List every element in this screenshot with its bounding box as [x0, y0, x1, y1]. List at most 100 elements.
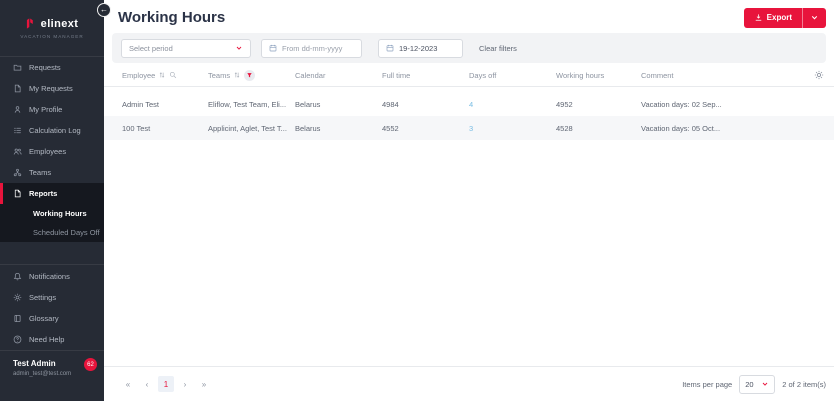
- cell-working-hours: 4528: [556, 123, 573, 133]
- sidebar-item-notifications[interactable]: Notifications: [0, 266, 104, 287]
- sidebar-item-settings[interactable]: Settings: [0, 287, 104, 308]
- sidebar: elinext VACATION MANAGER Requests My Req…: [0, 0, 104, 401]
- sidebar-item-glossary[interactable]: Glossary: [0, 308, 104, 329]
- sidebar-item-label: Notifications: [29, 272, 70, 281]
- export-label: Export: [766, 13, 792, 22]
- first-page-button[interactable]: «: [120, 376, 136, 392]
- sidebar-item-teams[interactable]: Teams: [0, 162, 104, 183]
- column-header-calendar: Calendar: [295, 71, 382, 80]
- cell-calendar: Belarus: [295, 99, 321, 109]
- people-icon: [13, 147, 22, 156]
- filter-funnel-button[interactable]: [244, 69, 256, 81]
- user-profile[interactable]: Test Admin admin_test@test.com 62: [0, 350, 104, 401]
- export-button[interactable]: Export: [744, 8, 802, 28]
- column-label: Comment: [641, 70, 674, 80]
- column-header-days-off: Days off: [469, 71, 556, 80]
- cell-employee: 100 Test: [122, 123, 151, 133]
- column-label: Teams: [208, 70, 231, 80]
- table-header-row: Employee Teams Calendar Full time Days o…: [104, 64, 834, 87]
- help-icon: [13, 335, 22, 344]
- cell-comment: Vacation days: 05 Oct...: [641, 123, 721, 133]
- elinext-logo-icon: [26, 17, 37, 30]
- sidebar-footer-nav: Notifications Settings Glossary Need Hel…: [0, 264, 104, 350]
- next-page-button[interactable]: ›: [177, 376, 193, 392]
- prev-page-button[interactable]: ‹: [139, 376, 155, 392]
- items-summary: 2 of 2 item(s): [782, 379, 826, 389]
- app-subtitle: VACATION MANAGER: [20, 34, 84, 39]
- cell-employee: Admin Test: [122, 99, 159, 109]
- current-page-button[interactable]: 1: [158, 376, 174, 392]
- column-label: Full time: [382, 70, 411, 80]
- column-label: Days off: [469, 70, 497, 80]
- column-label: Employee: [122, 70, 156, 80]
- sidebar-item-employees[interactable]: Employees: [0, 141, 104, 162]
- export-split-button[interactable]: Export: [743, 7, 826, 28]
- topbar: Working Hours Export: [104, 0, 834, 33]
- main-content: Working Hours Export Select period Clear…: [104, 0, 834, 401]
- funnel-icon: [246, 72, 253, 79]
- reports-group: Reports Working Hours Scheduled Days Off: [0, 183, 104, 242]
- items-per-page-label: Items per page: [682, 379, 733, 389]
- days-off-link[interactable]: 4: [469, 100, 473, 109]
- bell-icon: [13, 272, 22, 281]
- sidebar-item-label: My Profile: [29, 105, 63, 114]
- last-page-button[interactable]: »: [196, 376, 212, 392]
- filter-bar: Select period Clear filters: [112, 33, 826, 63]
- sidebar-item-my-requests[interactable]: My Requests: [0, 78, 104, 99]
- column-settings-button[interactable]: [812, 70, 824, 80]
- date-to-input[interactable]: [399, 43, 455, 53]
- sort-icon[interactable]: [158, 71, 166, 79]
- sidebar-item-label: Reports: [29, 189, 58, 198]
- sidebar-item-requests[interactable]: Requests: [0, 57, 104, 78]
- sidebar-collapse-button[interactable]: ←: [97, 3, 111, 17]
- sidebar-item-need-help[interactable]: Need Help: [0, 329, 104, 350]
- column-header-employee: Employee: [122, 71, 208, 80]
- gear-icon: [814, 70, 824, 80]
- download-icon: [754, 13, 763, 22]
- person-icon: [13, 105, 22, 114]
- sidebar-item-label: Employees: [29, 147, 67, 156]
- sidebar-item-label: My Requests: [29, 84, 73, 93]
- sidebar-item-reports[interactable]: Reports: [0, 183, 104, 204]
- clear-filters-link[interactable]: Clear filters: [479, 44, 517, 53]
- column-header-teams: Teams: [208, 69, 295, 81]
- column-header-full-time: Full time: [382, 71, 469, 80]
- table-body: Admin Test Eliflow, Test Team, Eli... Be…: [104, 92, 834, 140]
- cell-full-time: 4984: [382, 99, 399, 109]
- date-to-field[interactable]: [378, 38, 463, 58]
- sort-icon[interactable]: [233, 71, 241, 79]
- search-icon[interactable]: [169, 71, 177, 79]
- cell-teams: Eliflow, Test Team, Eli...: [208, 99, 287, 109]
- folder-icon: [13, 63, 22, 72]
- days-off-link[interactable]: 3: [469, 124, 473, 133]
- table-row[interactable]: 100 Test Applicint, Aglet, Test T... Bel…: [104, 116, 834, 140]
- cell-comment: Vacation days: 02 Sep...: [641, 99, 722, 109]
- report-icon: [13, 189, 22, 198]
- date-from-input[interactable]: [282, 43, 354, 53]
- chevron-down-icon: [810, 13, 819, 22]
- sidebar-item-label: Need Help: [29, 335, 65, 344]
- sidebar-item-label: Glossary: [29, 314, 59, 323]
- sidebar-subitem-scheduled-days-off[interactable]: Scheduled Days Off: [0, 223, 104, 242]
- brand-name: elinext: [40, 17, 79, 30]
- notification-count-badge[interactable]: 62: [84, 358, 97, 371]
- period-select[interactable]: Select period: [121, 38, 251, 58]
- items-per-page-select[interactable]: 20: [739, 374, 776, 394]
- table-row[interactable]: Admin Test Eliflow, Test Team, Eli... Be…: [104, 92, 834, 116]
- export-dropdown-button[interactable]: [802, 7, 826, 28]
- sidebar-subitem-working-hours[interactable]: Working Hours: [0, 204, 104, 223]
- table-footer: « ‹ 1 › » Items per page 20 2 of 2 item(…: [104, 366, 834, 401]
- sidebar-item-my-profile[interactable]: My Profile: [0, 99, 104, 120]
- date-from-field[interactable]: [261, 38, 362, 58]
- chevron-down-icon: [235, 44, 243, 52]
- column-header-comment: Comment: [641, 71, 812, 80]
- pagination: « ‹ 1 › »: [120, 376, 212, 392]
- document-icon: [13, 84, 22, 93]
- sidebar-item-calculation-log[interactable]: Calculation Log: [0, 120, 104, 141]
- sidebar-item-label: Settings: [29, 293, 57, 302]
- column-label: Working hours: [556, 70, 605, 80]
- items-per-page-value: 20: [745, 379, 754, 389]
- cell-full-time: 4552: [382, 123, 399, 133]
- logo: elinext VACATION MANAGER: [0, 0, 104, 57]
- cell-teams: Applicint, Aglet, Test T...: [208, 123, 287, 133]
